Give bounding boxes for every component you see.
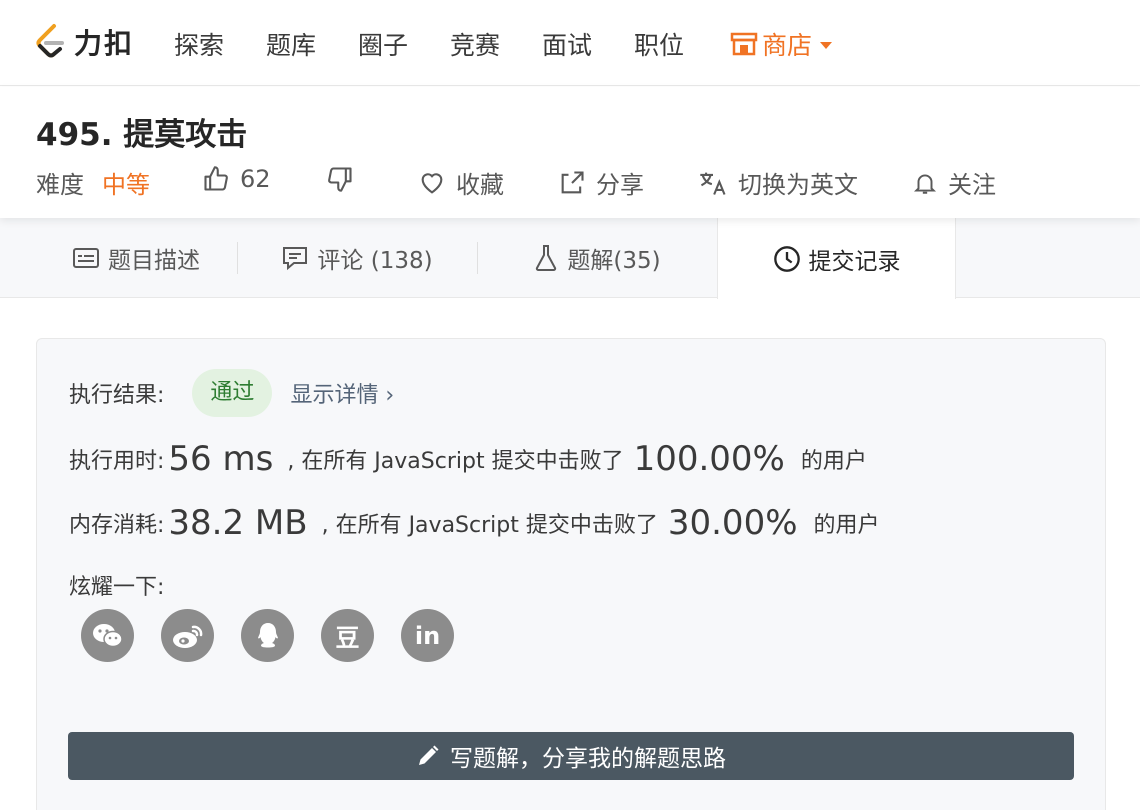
- submission-result-card: 执行结果: 通过 显示详情 › 执行用时: 56 ms , 在所有 JavaSc…: [36, 338, 1106, 810]
- nav-item-interview[interactable]: 面试: [542, 26, 592, 62]
- nav-item-circle[interactable]: 圈子: [358, 26, 408, 62]
- question-title: 495. 提莫攻击: [36, 117, 248, 153]
- qq-share-button[interactable]: [241, 609, 294, 662]
- nav-item-problems[interactable]: 题库: [266, 26, 316, 62]
- runtime-suffix: 的用户: [800, 449, 867, 474]
- difficulty-value: 中等: [102, 171, 150, 199]
- runtime-percent: 100.00%: [633, 439, 785, 479]
- runtime-row: 执行用时: 56 ms , 在所有 JavaScript 提交中击败了 100.…: [69, 439, 867, 479]
- douban-share-button[interactable]: 豆: [321, 609, 374, 662]
- heart-icon: [421, 172, 443, 194]
- write-solution-button[interactable]: 写题解，分享我的解题思路: [68, 732, 1074, 780]
- linkedin-icon: in: [414, 621, 441, 650]
- like-count: 62: [240, 165, 271, 193]
- memory-text: , 在所有 JavaScript 提交中击败了: [321, 513, 658, 538]
- question-tabs: 题目描述 评论 (138) 题解(35) 提交记录: [0, 218, 1140, 299]
- dislike-button[interactable]: [326, 165, 364, 193]
- logo-text: 力扣: [74, 27, 135, 60]
- exec-result-label: 执行结果:: [69, 383, 165, 408]
- tab-submissions-label: 提交记录: [808, 248, 901, 275]
- wechat-icon: [92, 623, 123, 647]
- wechat-share-button[interactable]: [81, 609, 134, 662]
- qq-icon: [257, 622, 278, 647]
- chevron-down-icon: [820, 41, 833, 49]
- memory-percent: 30.00%: [667, 503, 798, 543]
- comment-icon: [283, 247, 308, 271]
- runtime-label: 执行用时:: [69, 449, 165, 474]
- like-button[interactable]: 62: [202, 165, 271, 193]
- difficulty: 难度 中等: [36, 165, 150, 200]
- weibo-share-button[interactable]: [161, 609, 214, 662]
- share-icons: 豆 in: [81, 609, 481, 662]
- douban-icon: 豆: [335, 624, 360, 652]
- pencil-icon: [419, 745, 439, 765]
- translate-icon: [700, 172, 726, 195]
- thumbs-down-icon: [328, 167, 352, 192]
- nav-item-store[interactable]: 商店: [730, 26, 833, 62]
- tab-comments-label: 评论 (138): [317, 248, 433, 274]
- bell-icon: [913, 173, 937, 194]
- translate-button[interactable]: 切换为英文: [698, 165, 858, 200]
- store-label: 商店: [762, 31, 813, 60]
- memory-label: 内存消耗:: [69, 513, 165, 538]
- difficulty-label: 难度: [36, 171, 84, 199]
- tab-solutions-label: 题解(35): [567, 248, 661, 274]
- memory-suffix: 的用户: [813, 513, 880, 538]
- runtime-value: 56 ms: [168, 439, 274, 479]
- share-row: 炫耀一下:: [69, 569, 164, 601]
- description-icon: [73, 248, 99, 268]
- linkedin-share-button[interactable]: in: [401, 609, 454, 662]
- question-header: 495. 提莫攻击 难度 中等 62 收藏 分享 切换为英文 关注: [0, 87, 1140, 218]
- status-badge: 通过: [192, 369, 273, 417]
- show-details-link[interactable]: 显示详情 ›: [290, 377, 394, 409]
- nav-item-jobs[interactable]: 职位: [634, 26, 684, 62]
- share-button[interactable]: 分享: [558, 165, 644, 200]
- follow-label: 关注: [948, 171, 996, 199]
- logo[interactable]: 力扣: [34, 22, 134, 62]
- weibo-icon: [172, 625, 202, 648]
- leetcode-logo-icon: [36, 24, 64, 58]
- tab-comments[interactable]: 评论 (138): [238, 218, 476, 298]
- tab-description-label: 题目描述: [108, 248, 200, 274]
- favorite-button[interactable]: 收藏: [418, 165, 504, 200]
- runtime-text: , 在所有 JavaScript 提交中击败了: [287, 449, 624, 474]
- share-label: 分享: [596, 171, 644, 199]
- tab-description[interactable]: 题目描述: [36, 218, 236, 298]
- share-label: 炫耀一下:: [69, 575, 165, 600]
- thumbs-up-icon: [204, 166, 228, 191]
- follow-button[interactable]: 关注: [912, 165, 996, 200]
- nav-item-contest[interactable]: 竞赛: [450, 26, 500, 62]
- favorite-label: 收藏: [456, 171, 504, 199]
- flask-icon: [536, 245, 557, 271]
- clock-icon: [773, 245, 800, 272]
- tab-solutions[interactable]: 题解(35): [478, 218, 716, 298]
- nav-item-explore[interactable]: 探索: [174, 26, 224, 62]
- memory-value: 38.2 MB: [168, 503, 308, 543]
- exec-result-row: 执行结果: 通过 显示详情 ›: [69, 369, 394, 417]
- store-icon: [730, 32, 758, 56]
- memory-row: 内存消耗: 38.2 MB , 在所有 JavaScript 提交中击败了 30…: [69, 503, 880, 543]
- translate-label: 切换为英文: [738, 171, 858, 199]
- tab-submissions[interactable]: 提交记录: [717, 218, 956, 299]
- write-solution-label: 写题解，分享我的解题思路: [450, 746, 726, 772]
- share-icon: [561, 170, 584, 193]
- top-navbar: 力扣 探索 题库 圈子 竞赛 面试 职位 商店: [0, 0, 1140, 86]
